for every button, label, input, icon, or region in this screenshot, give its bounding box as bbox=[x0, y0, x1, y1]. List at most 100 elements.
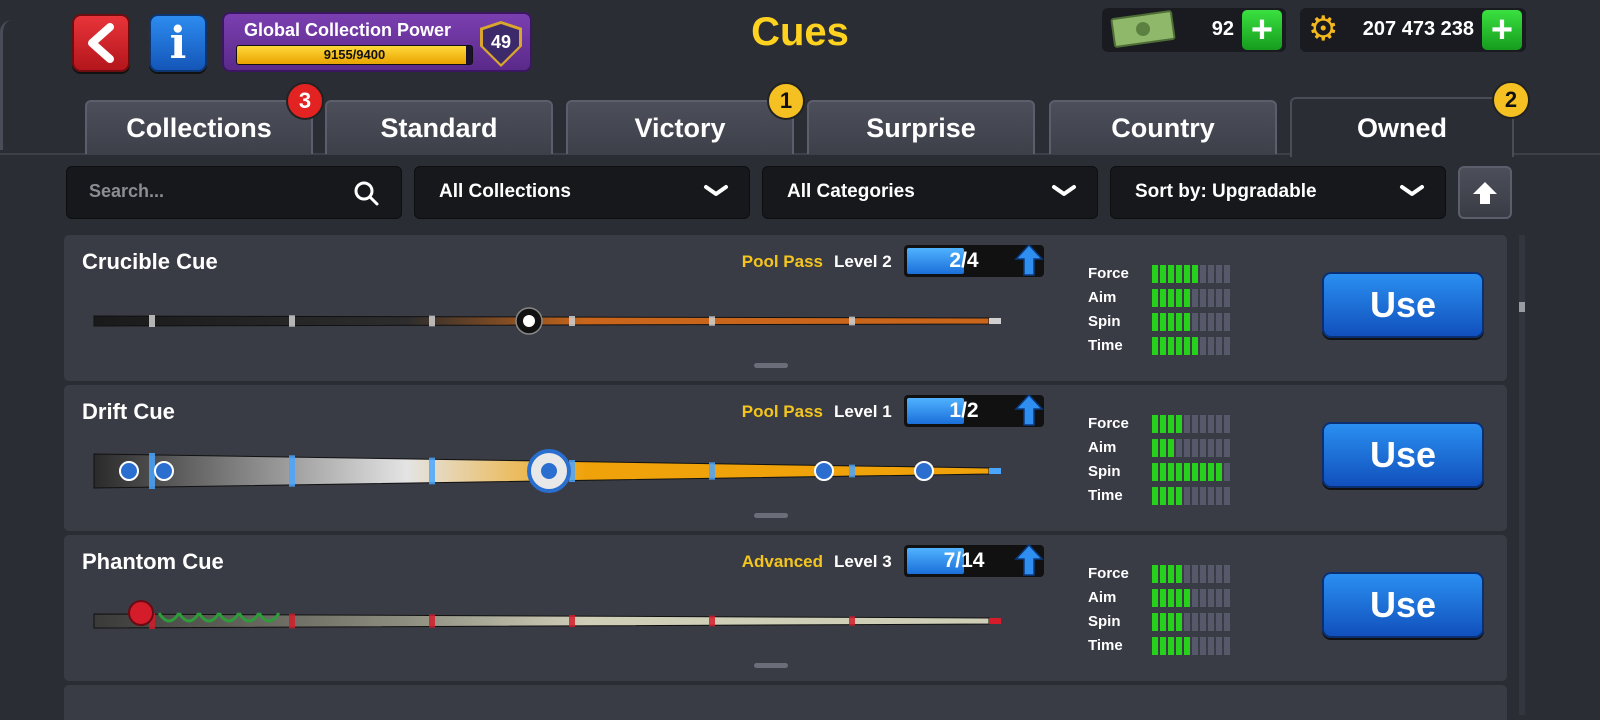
stat-segment bbox=[1208, 313, 1214, 331]
stat-segment bbox=[1176, 637, 1182, 655]
stat-bar-aim bbox=[1152, 589, 1230, 607]
stat-segment bbox=[1208, 463, 1214, 481]
search-input[interactable] bbox=[89, 181, 349, 202]
stat-segment bbox=[1192, 313, 1198, 331]
stat-label-force: Force bbox=[1088, 565, 1129, 582]
stat-segment bbox=[1168, 439, 1174, 457]
stat-segment bbox=[1216, 265, 1222, 283]
stat-segment bbox=[1216, 439, 1222, 457]
stat-segment bbox=[1224, 613, 1230, 631]
tab-owned[interactable]: Owned bbox=[1290, 97, 1514, 157]
stat-segment bbox=[1200, 463, 1206, 481]
chevron-down-icon bbox=[704, 185, 728, 196]
stat-segment bbox=[1192, 637, 1198, 655]
cue-level: Level 3 bbox=[834, 552, 892, 571]
upgrade-arrow-icon[interactable] bbox=[1014, 393, 1044, 427]
stat-segment bbox=[1224, 337, 1230, 355]
scrollbar-thumb[interactable] bbox=[1519, 302, 1525, 312]
stat-segment bbox=[1168, 313, 1174, 331]
stat-bar-time bbox=[1152, 337, 1230, 355]
stat-segment bbox=[1224, 439, 1230, 457]
tab-surprise[interactable]: Surprise bbox=[807, 100, 1035, 154]
plus-icon: + bbox=[1490, 9, 1514, 51]
tab-country[interactable]: Country bbox=[1049, 100, 1277, 154]
cue-name: Drift Cue bbox=[82, 399, 175, 424]
use-button[interactable]: Use bbox=[1322, 572, 1484, 638]
stat-segment bbox=[1160, 565, 1166, 583]
stat-segment bbox=[1216, 415, 1222, 433]
stat-segment bbox=[1192, 337, 1198, 355]
stat-segment bbox=[1176, 463, 1182, 481]
use-button[interactable]: Use bbox=[1322, 422, 1484, 488]
info-icon: i bbox=[169, 17, 187, 69]
upgrade-arrow-icon[interactable] bbox=[1014, 543, 1044, 577]
gear-coin-icon: ⚙ bbox=[1308, 10, 1339, 48]
collections-dropdown-label: All Collections bbox=[439, 181, 571, 202]
stat-bar-spin bbox=[1152, 463, 1230, 481]
tab-collections[interactable]: Collections bbox=[85, 100, 313, 154]
info-button[interactable]: i bbox=[149, 14, 207, 72]
stat-segment bbox=[1184, 289, 1190, 307]
cash-value: 92 bbox=[1211, 18, 1234, 40]
stat-segment bbox=[1160, 637, 1166, 655]
stat-bar-time bbox=[1152, 637, 1230, 655]
page-title: Cues bbox=[751, 10, 849, 54]
expand-handle[interactable] bbox=[754, 513, 788, 518]
tab-label: Collections bbox=[126, 112, 272, 143]
cue-source: Advanced bbox=[741, 552, 823, 571]
stat-segment bbox=[1200, 337, 1206, 355]
upgrade-progress-text: 1/2 bbox=[949, 399, 979, 422]
stat-label-aim: Aim bbox=[1088, 589, 1117, 606]
stat-label-force: Force bbox=[1088, 415, 1129, 432]
stat-segment bbox=[1208, 265, 1214, 283]
stat-bar-force bbox=[1152, 415, 1230, 433]
search-box[interactable] bbox=[66, 166, 402, 219]
tab-label: Victory bbox=[634, 112, 726, 143]
tab-victory[interactable]: Victory bbox=[566, 100, 794, 154]
stat-segment bbox=[1152, 439, 1158, 457]
stat-segment bbox=[1152, 589, 1158, 607]
cue-card: Phantom Cue Advanced Level 3 7/14 Force A… bbox=[64, 535, 1507, 681]
collections-dropdown[interactable]: All Collections bbox=[414, 166, 750, 219]
left-edge-decor bbox=[0, 20, 12, 150]
global-collection-power[interactable]: Global Collection Power 9155/9400 49 bbox=[222, 12, 532, 72]
stat-bar-spin bbox=[1152, 613, 1230, 631]
search-icon bbox=[354, 181, 379, 206]
stat-segment bbox=[1208, 439, 1214, 457]
stat-segment bbox=[1176, 337, 1182, 355]
add-cash-button[interactable]: + bbox=[1242, 10, 1282, 50]
categories-dropdown-label: All Categories bbox=[787, 181, 915, 202]
stat-segment bbox=[1168, 565, 1174, 583]
stat-segment bbox=[1208, 613, 1214, 631]
stat-segment bbox=[1208, 565, 1214, 583]
cue-image bbox=[93, 449, 1001, 493]
stat-segment bbox=[1192, 565, 1198, 583]
add-coins-button[interactable]: + bbox=[1482, 10, 1522, 50]
stat-segment bbox=[1176, 487, 1182, 505]
stat-segment bbox=[1224, 637, 1230, 655]
tab-standard[interactable]: Standard bbox=[325, 100, 553, 154]
stat-segment bbox=[1200, 415, 1206, 433]
stat-bar-aim bbox=[1152, 439, 1230, 457]
stat-segment bbox=[1224, 463, 1230, 481]
sort-dropdown[interactable]: Sort by: Upgradable bbox=[1110, 166, 1446, 219]
back-button[interactable] bbox=[72, 14, 130, 72]
stat-segment bbox=[1224, 415, 1230, 433]
tab-victory-badge: 1 bbox=[767, 82, 805, 120]
stat-segment bbox=[1184, 415, 1190, 433]
stat-segment bbox=[1184, 337, 1190, 355]
use-button[interactable]: Use bbox=[1322, 272, 1484, 338]
expand-handle[interactable] bbox=[754, 363, 788, 368]
sort-direction-button[interactable] bbox=[1458, 166, 1512, 219]
stat-segment bbox=[1208, 415, 1214, 433]
tab-collections-badge: 3 bbox=[286, 82, 324, 120]
cash-bill-icon bbox=[1110, 9, 1176, 49]
stat-segment bbox=[1160, 589, 1166, 607]
stat-segment bbox=[1184, 313, 1190, 331]
upgrade-arrow-icon[interactable] bbox=[1014, 243, 1044, 277]
stat-segment bbox=[1184, 637, 1190, 655]
categories-dropdown[interactable]: All Categories bbox=[762, 166, 1098, 219]
expand-handle[interactable] bbox=[754, 663, 788, 668]
stat-segment bbox=[1192, 463, 1198, 481]
cue-source: Pool Pass bbox=[741, 402, 823, 421]
